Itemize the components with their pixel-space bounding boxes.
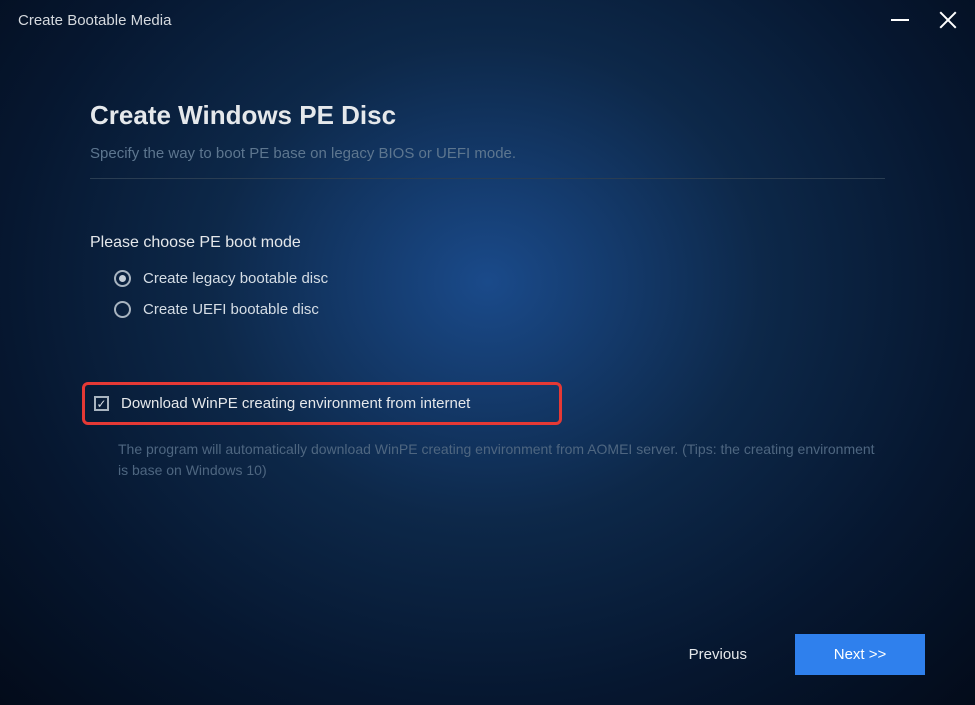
minimize-button[interactable] xyxy=(891,19,909,21)
next-button[interactable]: Next >> xyxy=(795,634,925,675)
radio-legacy-bootable[interactable]: Create legacy bootable disc xyxy=(114,270,885,287)
close-button[interactable] xyxy=(939,11,957,29)
section-label: Please choose PE boot mode xyxy=(90,234,885,252)
checkbox-icon: ✓ xyxy=(94,396,109,411)
content-area: Create Windows PE Disc Specify the way t… xyxy=(0,40,975,481)
hint-text: The program will automatically download … xyxy=(90,439,885,481)
page-title: Create Windows PE Disc xyxy=(90,100,885,131)
window-controls xyxy=(891,11,957,29)
close-icon xyxy=(939,11,957,29)
divider xyxy=(90,178,885,179)
radio-icon xyxy=(114,301,131,318)
previous-button[interactable]: Previous xyxy=(669,634,767,675)
checkbox-label: Download WinPE creating environment from… xyxy=(121,395,470,412)
radio-label: Create UEFI bootable disc xyxy=(143,301,319,318)
button-bar: Previous Next >> xyxy=(669,634,925,675)
radio-uefi-bootable[interactable]: Create UEFI bootable disc xyxy=(114,301,885,318)
download-winpe-highlight: ✓ Download WinPE creating environment fr… xyxy=(82,382,562,425)
radio-icon xyxy=(114,270,131,287)
radio-group: Create legacy bootable disc Create UEFI … xyxy=(90,270,885,318)
minimize-icon xyxy=(891,19,909,21)
check-icon: ✓ xyxy=(96,398,106,410)
page-subtitle: Specify the way to boot PE base on legac… xyxy=(90,145,885,162)
radio-label: Create legacy bootable disc xyxy=(143,270,328,287)
window-title: Create Bootable Media xyxy=(18,12,171,29)
titlebar: Create Bootable Media xyxy=(0,0,975,40)
download-winpe-checkbox[interactable]: ✓ Download WinPE creating environment fr… xyxy=(88,395,551,412)
